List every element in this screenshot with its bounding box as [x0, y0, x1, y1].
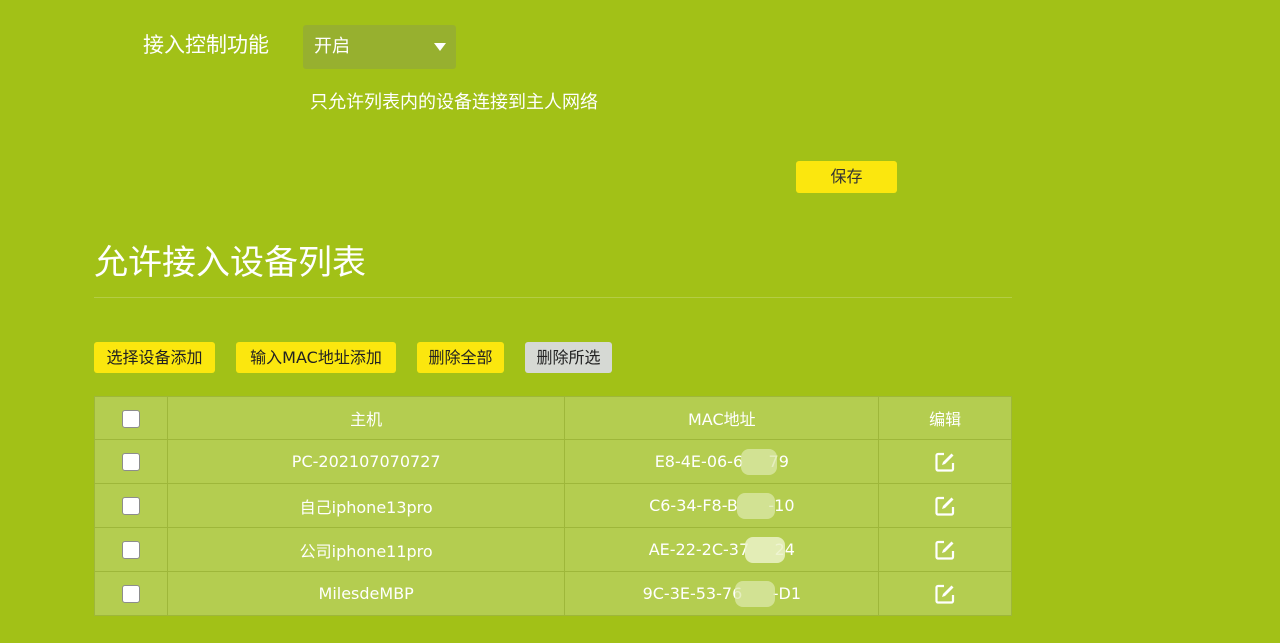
access-control-select[interactable]: 开启	[303, 25, 456, 69]
chevron-down-icon	[434, 43, 446, 51]
access-control-selected-value: 开启	[314, 36, 350, 57]
mac-column-header: MAC地址	[564, 396, 880, 440]
edit-cell	[878, 483, 1012, 528]
row-checkbox-cell	[94, 483, 168, 528]
edit-cell	[878, 439, 1012, 484]
host-cell: 公司iphone11pro	[166, 527, 566, 572]
delete-selected-button[interactable]: 删除所选	[525, 342, 612, 373]
row-checkbox[interactable]	[121, 497, 140, 516]
edit-icon[interactable]	[934, 539, 956, 561]
access-control-label: 接入控制功能	[143, 33, 269, 57]
save-button[interactable]: 保存	[796, 161, 897, 193]
delete-all-button[interactable]: 删除全部	[417, 342, 504, 373]
edit-icon[interactable]	[934, 583, 956, 605]
mac-value: 9C-3E-53-76 -D1	[642, 584, 802, 603]
host-column-header: 主机	[166, 396, 566, 440]
row-checkbox-cell	[94, 571, 168, 616]
table-row: 公司iphone11pro AE-22-2C-37 24	[94, 527, 1012, 572]
mac-value-wrap: C6-34-F8-B -10	[649, 493, 795, 519]
section-divider	[94, 297, 1012, 298]
mac-cell: AE-22-2C-37 24	[564, 527, 880, 572]
section-title: 允许接入设备列表	[94, 243, 366, 283]
mac-cell: C6-34-F8-B -10	[564, 483, 880, 528]
row-checkbox-cell	[94, 527, 168, 572]
host-cell: PC-202107070727	[166, 439, 566, 484]
edit-cell	[878, 527, 1012, 572]
redaction-blur	[734, 581, 775, 607]
table-row: PC-202107070727 E8-4E-06-6 79	[94, 439, 1012, 484]
mac-cell: E8-4E-06-6 79	[564, 439, 880, 484]
redaction-blur	[744, 537, 785, 563]
host-cell: MilesdeMBP	[166, 571, 566, 616]
mac-value-wrap: 9C-3E-53-76 -D1	[642, 581, 802, 607]
edit-icon[interactable]	[934, 451, 956, 473]
allowed-device-table: 主机 MAC地址 编辑 PC-202107070727 E8-4E-06-6 7…	[94, 396, 1012, 616]
edit-column-header: 编辑	[878, 396, 1012, 440]
mac-value-wrap: AE-22-2C-37 24	[649, 537, 795, 563]
access-control-description: 只允许列表内的设备连接到主人网络	[310, 92, 598, 113]
redaction-blur	[737, 493, 776, 519]
table-row: 自己iphone13pro C6-34-F8-B -10	[94, 483, 1012, 528]
table-row: MilesdeMBP 9C-3E-53-76 -D1	[94, 571, 1012, 616]
select-all-checkbox[interactable]	[121, 409, 140, 428]
edit-cell	[878, 571, 1012, 616]
redaction-blur	[740, 449, 777, 475]
table-header-row: 主机 MAC地址 编辑	[94, 396, 1012, 440]
mac-value-wrap: E8-4E-06-6 79	[655, 449, 789, 475]
row-checkbox-cell	[94, 439, 168, 484]
row-checkbox[interactable]	[121, 585, 140, 604]
row-checkbox[interactable]	[121, 453, 140, 472]
select-device-add-button[interactable]: 选择设备添加	[94, 342, 215, 373]
mac-cell: 9C-3E-53-76 -D1	[564, 571, 880, 616]
edit-icon[interactable]	[934, 495, 956, 517]
row-checkbox[interactable]	[121, 541, 140, 560]
select-all-cell	[94, 396, 168, 440]
mac-address-add-button[interactable]: 输入MAC地址添加	[236, 342, 396, 373]
host-cell: 自己iphone13pro	[166, 483, 566, 528]
